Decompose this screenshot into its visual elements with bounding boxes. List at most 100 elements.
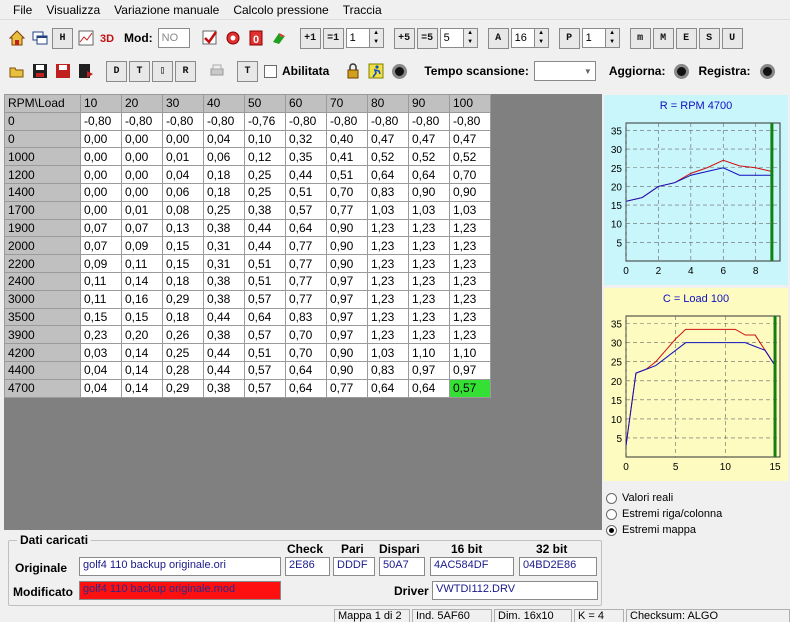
- save-as-icon[interactable]: [52, 61, 73, 82]
- row-header[interactable]: 3000: [4, 289, 81, 309]
- table-cell[interactable]: 0,51: [244, 271, 286, 291]
- table-cell[interactable]: 0,35: [285, 147, 327, 167]
- table-cell[interactable]: 0,44: [203, 360, 245, 380]
- table-cell[interactable]: 0,38: [203, 378, 245, 398]
- table-cell[interactable]: 0,15: [80, 307, 122, 327]
- registra-button-icon[interactable]: [759, 63, 775, 79]
- table-cell[interactable]: 1,23: [449, 218, 491, 238]
- table-cell[interactable]: -0,80: [80, 111, 122, 131]
- table-cell[interactable]: 0,04: [80, 360, 122, 380]
- table-cell[interactable]: 0,00: [121, 147, 163, 167]
- radio-button-icon[interactable]: [606, 508, 617, 520]
- table-cell[interactable]: 0,57: [449, 378, 491, 398]
- table-cell[interactable]: 0,00: [121, 165, 163, 184]
- table-cell[interactable]: 0,00: [80, 129, 122, 149]
- row-header[interactable]: 1000: [4, 147, 81, 167]
- table-cell[interactable]: 0,57: [244, 378, 286, 398]
- 3d-view-icon[interactable]: 3D: [98, 28, 119, 49]
- table-cell[interactable]: 0,18: [203, 182, 245, 202]
- table-cell[interactable]: 0,14: [121, 271, 163, 291]
- table-cell[interactable]: 0,08: [162, 200, 204, 220]
- graph-icon[interactable]: [75, 28, 96, 49]
- table-cell[interactable]: 0,00: [162, 129, 204, 149]
- table-cell[interactable]: 0,77: [285, 236, 327, 256]
- table-cell[interactable]: 1,23: [449, 254, 491, 273]
- spin-arrows-icon[interactable]: ▲ ▼: [605, 28, 620, 48]
- table-cell[interactable]: 0,04: [80, 378, 122, 398]
- table-cell[interactable]: 0,90: [326, 343, 368, 362]
- table-cell[interactable]: 0,15: [162, 254, 204, 273]
- split-table-icon[interactable]: ▯: [152, 60, 173, 82]
- row-header[interactable]: 3900: [4, 325, 81, 345]
- table-cell[interactable]: 0,70: [285, 343, 327, 362]
- table-cell[interactable]: 0,83: [367, 360, 409, 380]
- menu-calcolo-pressione[interactable]: Calcolo pressione: [226, 0, 335, 20]
- radio-estremi-riga-colonna[interactable]: Estremi riga/colonna: [604, 506, 788, 522]
- table-cell[interactable]: 0,64: [367, 378, 409, 398]
- table-cell[interactable]: 0,64: [285, 378, 327, 398]
- table-cell[interactable]: 0,77: [326, 378, 368, 398]
- spin-five[interactable]: 5 ▲ ▼: [439, 28, 478, 48]
- table-cell[interactable]: -0,76: [244, 111, 286, 131]
- table-cell[interactable]: 0,29: [162, 289, 204, 309]
- table-cell[interactable]: 1,23: [367, 325, 409, 345]
- chevron-down-icon[interactable]: ▼: [584, 67, 592, 76]
- table-cell[interactable]: 0,26: [162, 325, 204, 345]
- row-header[interactable]: 0: [4, 129, 81, 149]
- table-cell[interactable]: 1,23: [367, 289, 409, 309]
- table-cell[interactable]: 0,70: [326, 182, 368, 202]
- table-cell[interactable]: 1,03: [408, 200, 450, 220]
- table-cell[interactable]: 0,44: [203, 343, 245, 362]
- table-cell[interactable]: 0,57: [285, 200, 327, 220]
- table-cell[interactable]: 0,28: [162, 360, 204, 380]
- table-cell[interactable]: 1,23: [408, 289, 450, 309]
- table-cell[interactable]: 0,07: [80, 218, 122, 238]
- table-cell[interactable]: 0,00: [80, 147, 122, 167]
- table-cell[interactable]: 0,90: [326, 218, 368, 238]
- table-cell[interactable]: 0,25: [203, 200, 245, 220]
- table-cell[interactable]: 0,64: [408, 165, 450, 184]
- menu-traccia[interactable]: Traccia: [336, 0, 389, 20]
- spin-one[interactable]: 1 ▲ ▼: [345, 28, 384, 48]
- table-cell[interactable]: 0,11: [80, 271, 122, 291]
- table-cell[interactable]: 0,44: [244, 236, 286, 256]
- table-cell[interactable]: -0,80: [326, 111, 368, 131]
- table-cell[interactable]: 0,25: [244, 165, 286, 184]
- windows-icon[interactable]: [29, 28, 50, 49]
- a-scale-icon[interactable]: A: [487, 27, 509, 49]
- table-cell[interactable]: 1,23: [408, 218, 450, 238]
- table-cell[interactable]: 0,90: [326, 360, 368, 380]
- table-cell[interactable]: 0,00: [80, 182, 122, 202]
- abilitata-checkbox[interactable]: [264, 64, 277, 78]
- table-cell[interactable]: 0,47: [449, 129, 491, 149]
- runner-icon[interactable]: [365, 61, 386, 82]
- table-cell[interactable]: 1,23: [367, 236, 409, 256]
- arrow-icon[interactable]: [269, 28, 290, 49]
- u-icon[interactable]: U: [721, 27, 743, 49]
- table-cell[interactable]: 0,51: [326, 165, 368, 184]
- row-header[interactable]: 4700: [4, 378, 81, 398]
- table-cell[interactable]: 0,11: [80, 289, 122, 309]
- table-cell[interactable]: 0,57: [244, 360, 286, 380]
- refresh-icon[interactable]: [223, 28, 244, 49]
- table-cell[interactable]: 0,00: [80, 165, 122, 184]
- t-table-icon[interactable]: T: [129, 60, 150, 82]
- record-button-icon[interactable]: [392, 63, 408, 79]
- column-header[interactable]: 10: [80, 94, 122, 113]
- table-cell[interactable]: 0,47: [367, 129, 409, 149]
- table-cell[interactable]: 1,10: [408, 343, 450, 362]
- check-field[interactable]: 2E86: [285, 557, 330, 576]
- mod-field[interactable]: NO: [157, 28, 190, 48]
- row-header[interactable]: 2400: [4, 271, 81, 291]
- table-cell[interactable]: 1,03: [367, 200, 409, 220]
- table-cell[interactable]: 1,23: [367, 218, 409, 238]
- table-cell[interactable]: 0,18: [162, 307, 204, 327]
- spin-arrows-icon[interactable]: ▲ ▼: [463, 28, 478, 48]
- modificato-file-field[interactable]: golf4 110 backup originale.mod: [79, 581, 281, 600]
- table-cell[interactable]: 0,44: [285, 165, 327, 184]
- table-cell[interactable]: 0,38: [244, 200, 286, 220]
- table-cell[interactable]: -0,80: [367, 111, 409, 131]
- row-header[interactable]: 2200: [4, 254, 81, 273]
- table-cell[interactable]: 0,38: [203, 271, 245, 291]
- plus-one-row-icon[interactable]: +1: [299, 27, 321, 49]
